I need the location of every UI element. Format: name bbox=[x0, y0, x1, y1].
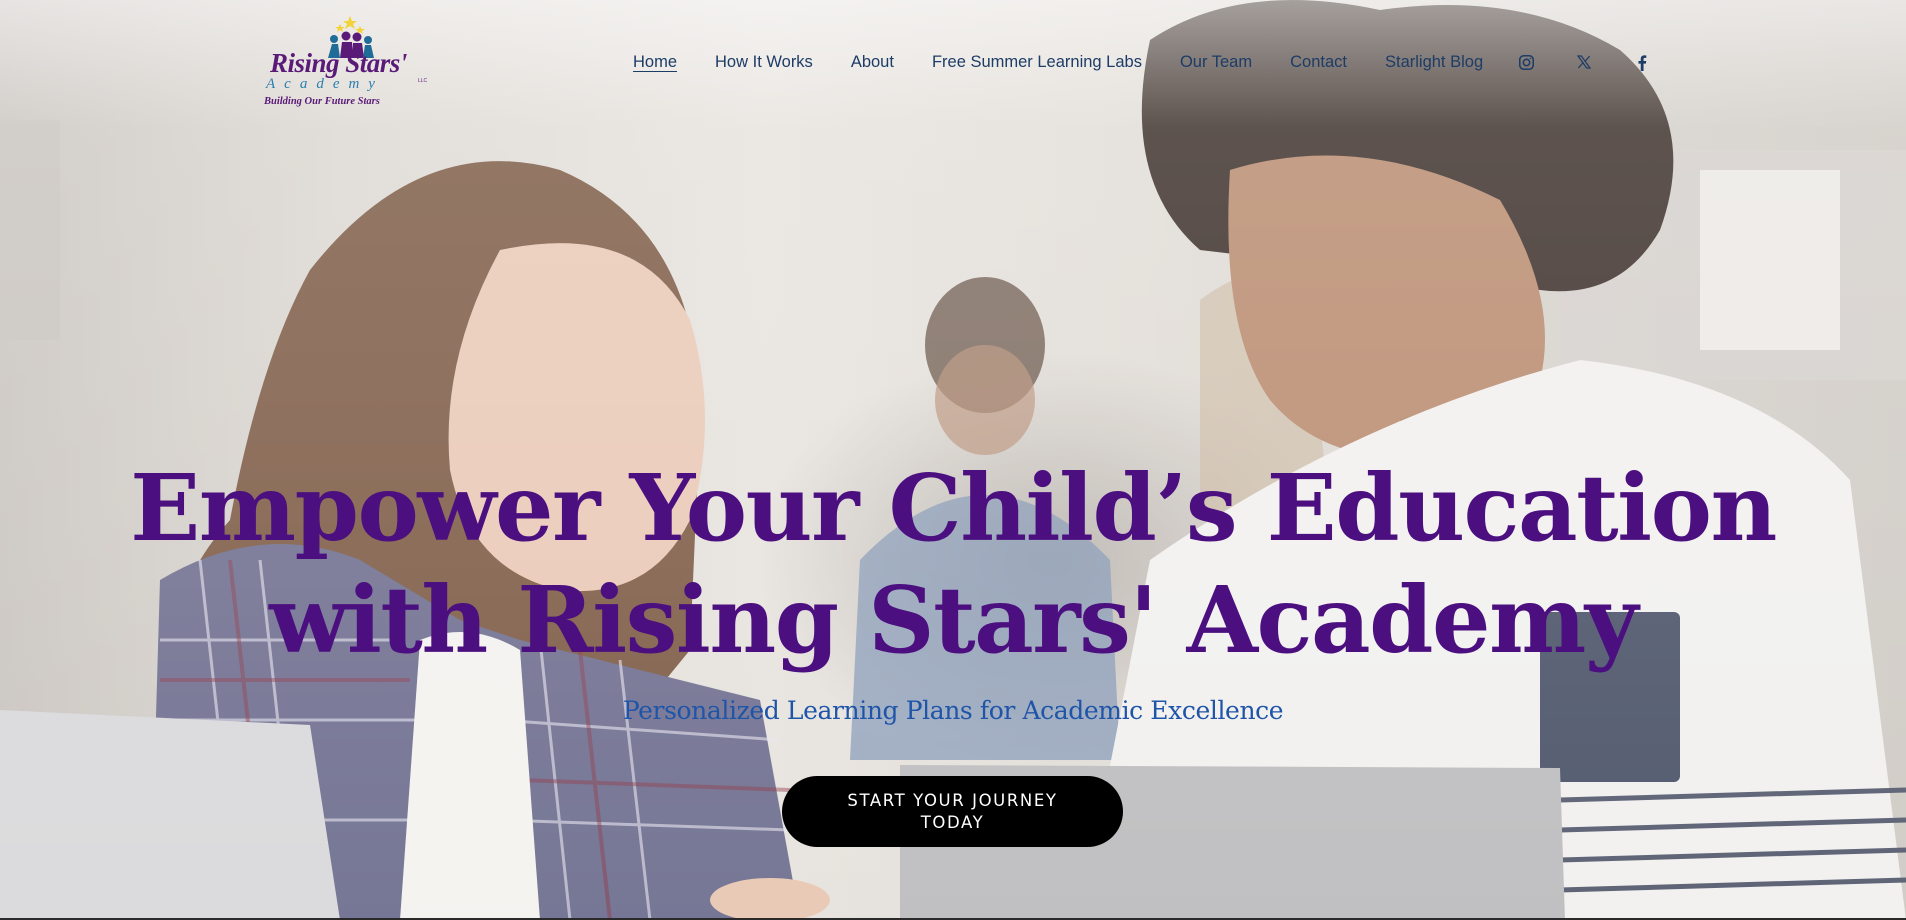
nav-contact[interactable]: Contact bbox=[1290, 50, 1347, 74]
facebook-icon[interactable] bbox=[1631, 50, 1653, 74]
hero-title-line-1: Empower Your Child’s Education bbox=[130, 454, 1777, 562]
logo-academy-text: Academy bbox=[266, 76, 384, 92]
logo-llc-text: LLC bbox=[418, 78, 428, 84]
nav-home[interactable]: Home bbox=[633, 50, 677, 74]
nav-how-it-works[interactable]: How It Works bbox=[715, 50, 813, 74]
nav-starlight-blog[interactable]: Starlight Blog bbox=[1385, 50, 1483, 74]
nav-about[interactable]: About bbox=[851, 50, 894, 74]
x-twitter-icon[interactable] bbox=[1573, 50, 1595, 74]
hero-subtitle: Personalized Learning Plans for Academic… bbox=[622, 696, 1284, 725]
hero-title-line-2: with Rising Stars' Academy bbox=[269, 566, 1638, 674]
logo-wordmark: Rising Stars' bbox=[270, 48, 407, 78]
hero-title: Empower Your Child’s Education with Risi… bbox=[0, 452, 1906, 676]
nav-our-team[interactable]: Our Team bbox=[1180, 50, 1252, 74]
instagram-icon[interactable] bbox=[1515, 50, 1537, 74]
start-journey-button[interactable]: START YOUR JOURNEY TODAY bbox=[782, 776, 1123, 847]
logo-tagline: Building Our Future Stars bbox=[264, 96, 380, 107]
main-navigation: Home How It Works About Free Summer Lear… bbox=[633, 50, 1483, 74]
nav-free-summer-learning-labs[interactable]: Free Summer Learning Labs bbox=[932, 50, 1142, 74]
site-logo[interactable]: Rising Stars' Academy LLC Building Our F… bbox=[262, 14, 432, 110]
site-header: Rising Stars' Academy LLC Building Our F… bbox=[0, 0, 1906, 120]
